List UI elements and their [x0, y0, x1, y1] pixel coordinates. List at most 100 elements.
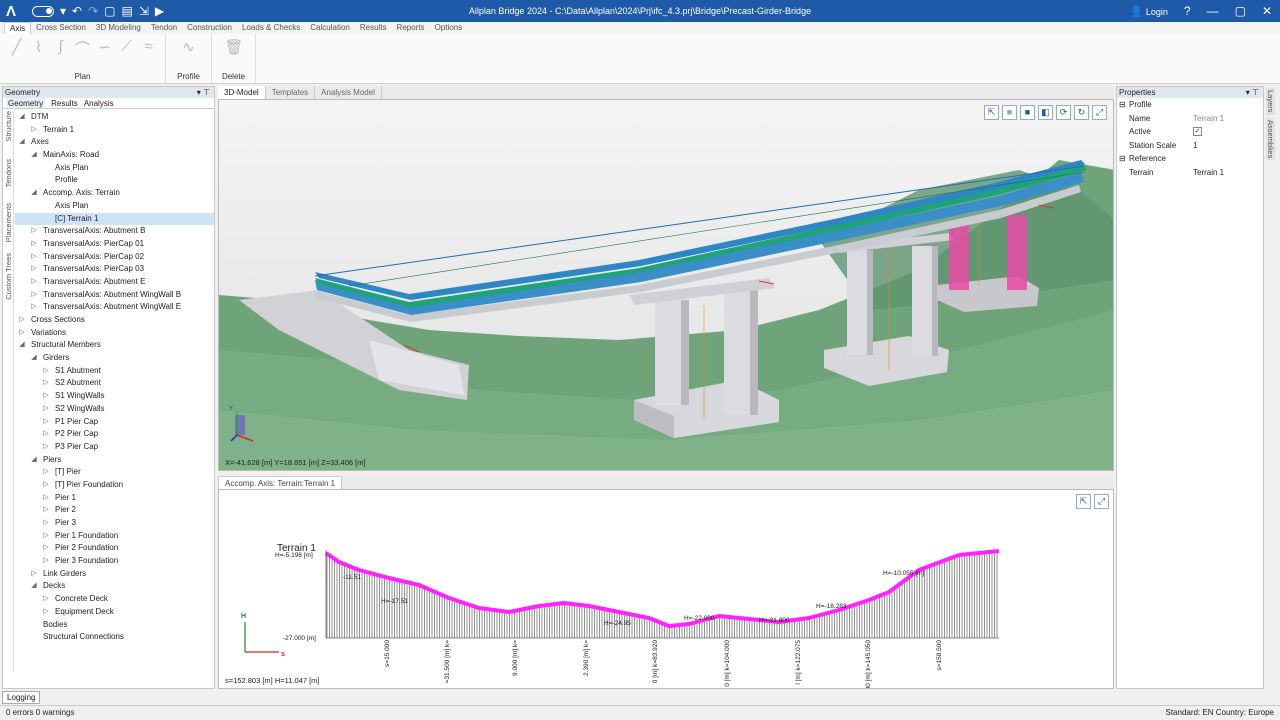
- tree-item[interactable]: ▷ P2 Pier Cap: [15, 428, 214, 441]
- tree-item[interactable]: ▷ Pier 2 Foundation: [15, 542, 214, 555]
- tree-item[interactable]: ▷ P3 Pier Cap: [15, 441, 214, 454]
- tree-item[interactable]: ◢ Axes: [15, 136, 214, 149]
- tree-item[interactable]: ▷ TransversalAxis: Abutment WingWall E: [15, 301, 214, 314]
- side-tab-layers[interactable]: Layers: [1266, 88, 1275, 115]
- tree-item[interactable]: Bodies: [15, 619, 214, 632]
- subtab-geometry[interactable]: Geometry: [6, 98, 46, 108]
- subtab-analysis[interactable]: Analysis: [84, 98, 114, 108]
- collapse-arrow-icon[interactable]: ◢: [29, 580, 39, 593]
- expand-arrow-icon[interactable]: ▷: [41, 428, 51, 441]
- pin-icon[interactable]: ▾ ⊤: [197, 87, 210, 98]
- export-image-icon[interactable]: ⇱: [1076, 494, 1091, 509]
- expand-arrow-icon[interactable]: ▷: [29, 124, 39, 137]
- side-tab-assemblies[interactable]: Assemblies: [1266, 118, 1275, 161]
- clothoid-tool-icon[interactable]: ∽: [96, 38, 114, 60]
- tab-section-view[interactable]: Accomp. Axis: Terrain:Terrain 1: [218, 476, 343, 490]
- section-viewport[interactable]: H s Terrain 1 H=-5.198 [m] -27.000 [m] -…: [218, 489, 1114, 689]
- tree-item[interactable]: ▷ TransversalAxis: Abutment WingWall B: [15, 289, 214, 302]
- expand-arrow-icon[interactable]: ▷: [41, 504, 51, 517]
- tree-item[interactable]: Axis Plan: [15, 200, 214, 213]
- ribbon-tab-cross-section[interactable]: Cross Section: [31, 22, 91, 34]
- login-button[interactable]: 👤 Login: [1130, 5, 1168, 18]
- expand-arrow-icon[interactable]: ▷: [29, 276, 39, 289]
- expand-arrow-icon[interactable]: ▷: [29, 251, 39, 264]
- fullscreen-icon[interactable]: ⤢: [1094, 494, 1109, 509]
- expand-arrow-icon[interactable]: ▷: [41, 530, 51, 543]
- undo-icon[interactable]: ↶: [72, 4, 82, 18]
- tab-templates[interactable]: Templates: [266, 86, 316, 99]
- expand-arrow-icon[interactable]: ▷: [41, 517, 51, 530]
- expand-arrow-icon[interactable]: ▷: [29, 263, 39, 276]
- collapse-arrow-icon[interactable]: ◢: [29, 454, 39, 467]
- close-button[interactable]: ✕: [1262, 4, 1272, 18]
- expand-arrow-icon[interactable]: ▷: [41, 593, 51, 606]
- transition-tool-icon[interactable]: ⟋: [118, 38, 136, 60]
- export-icon[interactable]: ⇲: [139, 4, 149, 18]
- tree-item[interactable]: ▷ S1 Abutment: [15, 365, 214, 378]
- tree-item[interactable]: ◢ DTM: [15, 111, 214, 124]
- expand-arrow-icon[interactable]: ▷: [41, 542, 51, 555]
- expand-arrow-icon[interactable]: ▷: [41, 606, 51, 619]
- vtab-structure[interactable]: Structure: [4, 111, 13, 141]
- ribbon-tab-options[interactable]: Options: [430, 22, 468, 34]
- expand-arrow-icon[interactable]: ▷: [41, 492, 51, 505]
- trash-icon[interactable]: 🗑: [225, 38, 244, 60]
- tree-item[interactable]: ▷ S2 Abutment: [15, 377, 214, 390]
- tree-item[interactable]: Profile: [15, 174, 214, 187]
- tree-item[interactable]: ▷ Cross Sections: [15, 314, 214, 327]
- cube-view-icon[interactable]: ◧: [1038, 105, 1053, 120]
- tree-item[interactable]: Structural Connections: [15, 631, 214, 644]
- ribbon-tab-3d-modeling[interactable]: 3D Modeling: [91, 22, 146, 34]
- tree-item[interactable]: ▷ TransversalAxis: PierCap 01: [15, 238, 214, 251]
- tree-item[interactable]: Axis Plan: [15, 162, 214, 175]
- shaded-view-icon[interactable]: ■: [1020, 105, 1035, 120]
- expand-arrow-icon[interactable]: ▷: [29, 225, 39, 238]
- tree-item[interactable]: ▷ Pier 2: [15, 504, 214, 517]
- minimize-button[interactable]: —: [1207, 4, 1219, 18]
- tree-item[interactable]: ▷ TransversalAxis: Abutment B: [15, 225, 214, 238]
- ribbon-tab-calculation[interactable]: Calculation: [305, 22, 355, 34]
- collapse-arrow-icon[interactable]: ◢: [17, 339, 27, 352]
- property-group[interactable]: Profile: [1117, 98, 1263, 112]
- tree-item[interactable]: ◢ Piers: [15, 454, 214, 467]
- expand-arrow-icon[interactable]: ▷: [29, 289, 39, 302]
- ribbon-tab-loads-checks[interactable]: Loads & Checks: [237, 22, 305, 34]
- expand-arrow-icon[interactable]: ▷: [17, 314, 27, 327]
- tree-item[interactable]: ▷ TransversalAxis: Abutment E: [15, 276, 214, 289]
- tree-item[interactable]: ◢ Decks: [15, 580, 214, 593]
- spline-tool-icon[interactable]: ⌇: [30, 38, 48, 60]
- tree-item[interactable]: [C] Terrain 1: [15, 212, 214, 226]
- tree-item[interactable]: ▷ [T] Pier Foundation: [15, 479, 214, 492]
- curve-tool-icon[interactable]: ∫: [52, 38, 70, 60]
- expand-arrow-icon[interactable]: ▷: [41, 377, 51, 390]
- ribbon-group-profile[interactable]: ∿ Profile: [166, 34, 212, 83]
- expand-arrow-icon[interactable]: ▷: [29, 238, 39, 251]
- collapse-arrow-icon[interactable]: ◢: [29, 187, 39, 200]
- offset-tool-icon[interactable]: ≈: [140, 38, 158, 60]
- expand-arrow-icon[interactable]: ▷: [41, 555, 51, 568]
- property-value[interactable]: 1: [1193, 139, 1197, 153]
- tree-item[interactable]: ▷ Pier 3: [15, 517, 214, 530]
- tree-item[interactable]: ▷ Pier 1: [15, 492, 214, 505]
- new-file-icon[interactable]: ▢: [104, 4, 115, 18]
- tree-item[interactable]: ▷ S2 WingWalls: [15, 403, 214, 416]
- expand-arrow-icon[interactable]: ▷: [41, 441, 51, 454]
- tree-item[interactable]: ◢ Structural Members: [15, 339, 214, 352]
- property-value[interactable]: Terrain 1: [1193, 166, 1224, 180]
- tab-analysis-model[interactable]: Analysis Model: [315, 86, 382, 99]
- active-checkbox[interactable]: ✓: [1193, 127, 1202, 136]
- collapse-arrow-icon[interactable]: ◢: [17, 111, 27, 124]
- tree-item[interactable]: ▷ Pier 3 Foundation: [15, 555, 214, 568]
- tree-item[interactable]: ▷ Terrain 1: [15, 124, 214, 137]
- vtab-tendons[interactable]: Tendons: [4, 159, 13, 187]
- subtab-results[interactable]: Results: [51, 98, 78, 108]
- expand-arrow-icon[interactable]: ▷: [41, 466, 51, 479]
- refresh-icon[interactable]: ↻: [1074, 105, 1089, 120]
- property-group[interactable]: Reference: [1117, 152, 1263, 166]
- expand-arrow-icon[interactable]: ▷: [41, 403, 51, 416]
- export-image-icon[interactable]: ⇱: [984, 105, 999, 120]
- help-icon[interactable]: ?: [1184, 4, 1191, 18]
- expand-arrow-icon[interactable]: ▷: [41, 416, 51, 429]
- ribbon-tab-tendon[interactable]: Tendon: [146, 22, 182, 34]
- profile-tool-icon[interactable]: ∿: [180, 38, 198, 60]
